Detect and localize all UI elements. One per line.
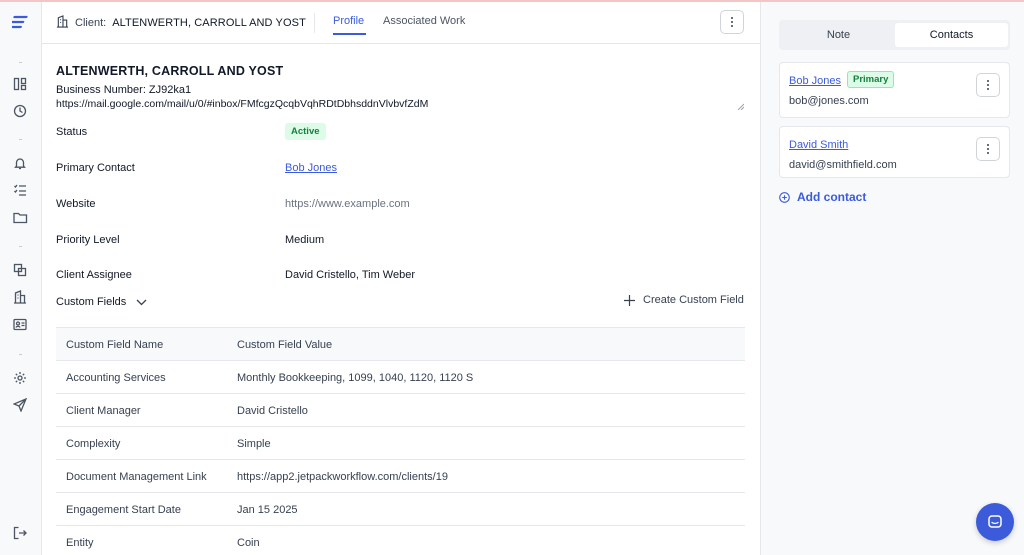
table-row[interactable]: Accounting Services Monthly Bookkeeping,… bbox=[56, 361, 745, 394]
folder-icon[interactable] bbox=[11, 208, 29, 226]
add-contact-label: Add contact bbox=[797, 190, 867, 204]
tab-associated-work[interactable]: Associated Work bbox=[383, 15, 465, 27]
contact-options-button[interactable] bbox=[976, 137, 1000, 161]
gear-icon[interactable] bbox=[11, 369, 29, 387]
bell-icon[interactable] bbox=[11, 154, 29, 172]
building-icon[interactable] bbox=[11, 288, 29, 306]
checklist-icon[interactable] bbox=[11, 181, 29, 199]
page-title: ALTENWERTH, CARROLL AND YOST bbox=[56, 64, 284, 78]
client-assignee-label: Client Assignee bbox=[56, 269, 132, 281]
plus-circle-icon bbox=[779, 191, 790, 203]
rail-divider bbox=[19, 139, 22, 140]
priority-level-value[interactable]: Medium bbox=[285, 234, 324, 246]
client-heading: Client: ALTENWERTH, CARROLL AND YOST bbox=[56, 15, 306, 31]
field-value: Coin bbox=[237, 537, 260, 549]
contact-card: Bob Jones Primary bob@jones.com bbox=[779, 62, 1010, 118]
chat-icon bbox=[988, 515, 1002, 528]
header-divider bbox=[314, 13, 315, 33]
copy-icon[interactable] bbox=[11, 261, 29, 279]
client-profile-main: Client: ALTENWERTH, CARROLL AND YOST Pro… bbox=[42, 2, 760, 555]
field-value: Monthly Bookkeeping, 1099, 1040, 1120, 1… bbox=[237, 372, 474, 384]
create-custom-field-label: Create Custom Field bbox=[643, 294, 744, 306]
logout-icon[interactable] bbox=[11, 524, 29, 542]
field-value: https://app2.jetpackworkflow.com/clients… bbox=[237, 471, 448, 483]
more-options-button[interactable] bbox=[720, 10, 744, 34]
client-name: ALTENWERTH, CARROLL AND YOST bbox=[112, 17, 306, 29]
rail-divider bbox=[19, 62, 22, 63]
field-name: Entity bbox=[66, 537, 94, 549]
status-label: Status bbox=[56, 126, 88, 138]
chevron-down-icon bbox=[136, 299, 147, 305]
kebab-icon bbox=[731, 21, 733, 23]
business-number: Business Number: ZJ92ka1 bbox=[56, 84, 192, 96]
website-value[interactable]: https://www.example.com bbox=[285, 198, 410, 210]
column-header: Custom Field Value bbox=[237, 339, 333, 351]
status-badge: Active bbox=[285, 123, 326, 140]
website-label: Website bbox=[56, 198, 96, 210]
tab-profile[interactable]: Profile bbox=[333, 15, 364, 27]
send-icon[interactable] bbox=[11, 396, 29, 414]
contact-options-button[interactable] bbox=[976, 73, 1000, 97]
client-notes-textarea[interactable]: https://mail.google.com/mail/u/0/#inbox/… bbox=[56, 98, 744, 110]
custom-fields-label: Custom Fields bbox=[56, 296, 127, 308]
active-tab-indicator bbox=[333, 33, 366, 35]
kebab-icon bbox=[987, 84, 989, 86]
client-header: Client: ALTENWERTH, CARROLL AND YOST Pro… bbox=[42, 2, 760, 44]
dashboard-clock-icon[interactable] bbox=[11, 102, 29, 120]
contact-name-link[interactable]: David Smith bbox=[789, 139, 848, 151]
tab-contacts[interactable]: Contacts bbox=[895, 23, 1008, 47]
client-label: Client: bbox=[75, 17, 107, 29]
table-row[interactable]: Engagement Start Date Jan 15 2025 bbox=[56, 493, 745, 526]
field-value: Simple bbox=[237, 438, 271, 450]
field-name: Accounting Services bbox=[66, 372, 166, 384]
contact-email: bob@jones.com bbox=[789, 95, 869, 107]
table-row[interactable]: Client Manager David Cristello bbox=[56, 394, 745, 427]
sidebar-rail bbox=[0, 2, 42, 555]
field-value: David Cristello bbox=[237, 405, 308, 417]
primary-badge: Primary bbox=[847, 71, 895, 88]
board-icon[interactable] bbox=[11, 75, 29, 93]
add-contact-button[interactable]: Add contact bbox=[779, 190, 866, 204]
panel-tabs: Note Contacts bbox=[779, 20, 1010, 50]
primary-contact-label: Primary Contact bbox=[56, 162, 135, 174]
plus-icon bbox=[624, 294, 635, 306]
contact-email: david@smithfield.com bbox=[789, 159, 897, 171]
contacts-panel: Note Contacts Bob Jones Primary bob@jone… bbox=[760, 2, 1024, 555]
client-assignee-value[interactable]: David Cristello, Tim Weber bbox=[285, 269, 415, 281]
field-value: Jan 15 2025 bbox=[237, 504, 298, 516]
table-row[interactable]: Complexity Simple bbox=[56, 427, 745, 460]
contact-card: David Smith david@smithfield.com bbox=[779, 126, 1010, 178]
field-name: Client Manager bbox=[66, 405, 141, 417]
create-custom-field-button[interactable]: Create Custom Field bbox=[624, 294, 744, 306]
column-header: Custom Field Name bbox=[66, 339, 164, 351]
field-name: Complexity bbox=[66, 438, 121, 450]
table-row[interactable]: Document Management Link https://app2.je… bbox=[56, 460, 745, 493]
building-icon bbox=[56, 15, 69, 31]
primary-contact-link[interactable]: Bob Jones bbox=[285, 162, 337, 174]
field-name: Document Management Link bbox=[66, 471, 207, 483]
resize-handle-icon[interactable] bbox=[737, 103, 744, 110]
contact-name-link[interactable]: Bob Jones bbox=[789, 75, 841, 87]
tab-note[interactable]: Note bbox=[782, 23, 895, 47]
rail-divider bbox=[19, 354, 22, 355]
table-header-row: Custom Field Name Custom Field Value bbox=[56, 327, 745, 361]
custom-fields-toggle[interactable]: Custom Fields bbox=[56, 296, 147, 308]
contact-card-icon[interactable] bbox=[11, 315, 29, 333]
priority-level-label: Priority Level bbox=[56, 234, 120, 246]
logo-icon[interactable] bbox=[11, 13, 29, 31]
rail-divider bbox=[19, 246, 22, 247]
table-row[interactable]: Entity Coin bbox=[56, 526, 745, 555]
field-name: Engagement Start Date bbox=[66, 504, 181, 516]
kebab-icon bbox=[987, 148, 989, 150]
chat-button[interactable] bbox=[976, 503, 1014, 541]
custom-fields-table: Custom Field Name Custom Field Value Acc… bbox=[56, 327, 745, 555]
